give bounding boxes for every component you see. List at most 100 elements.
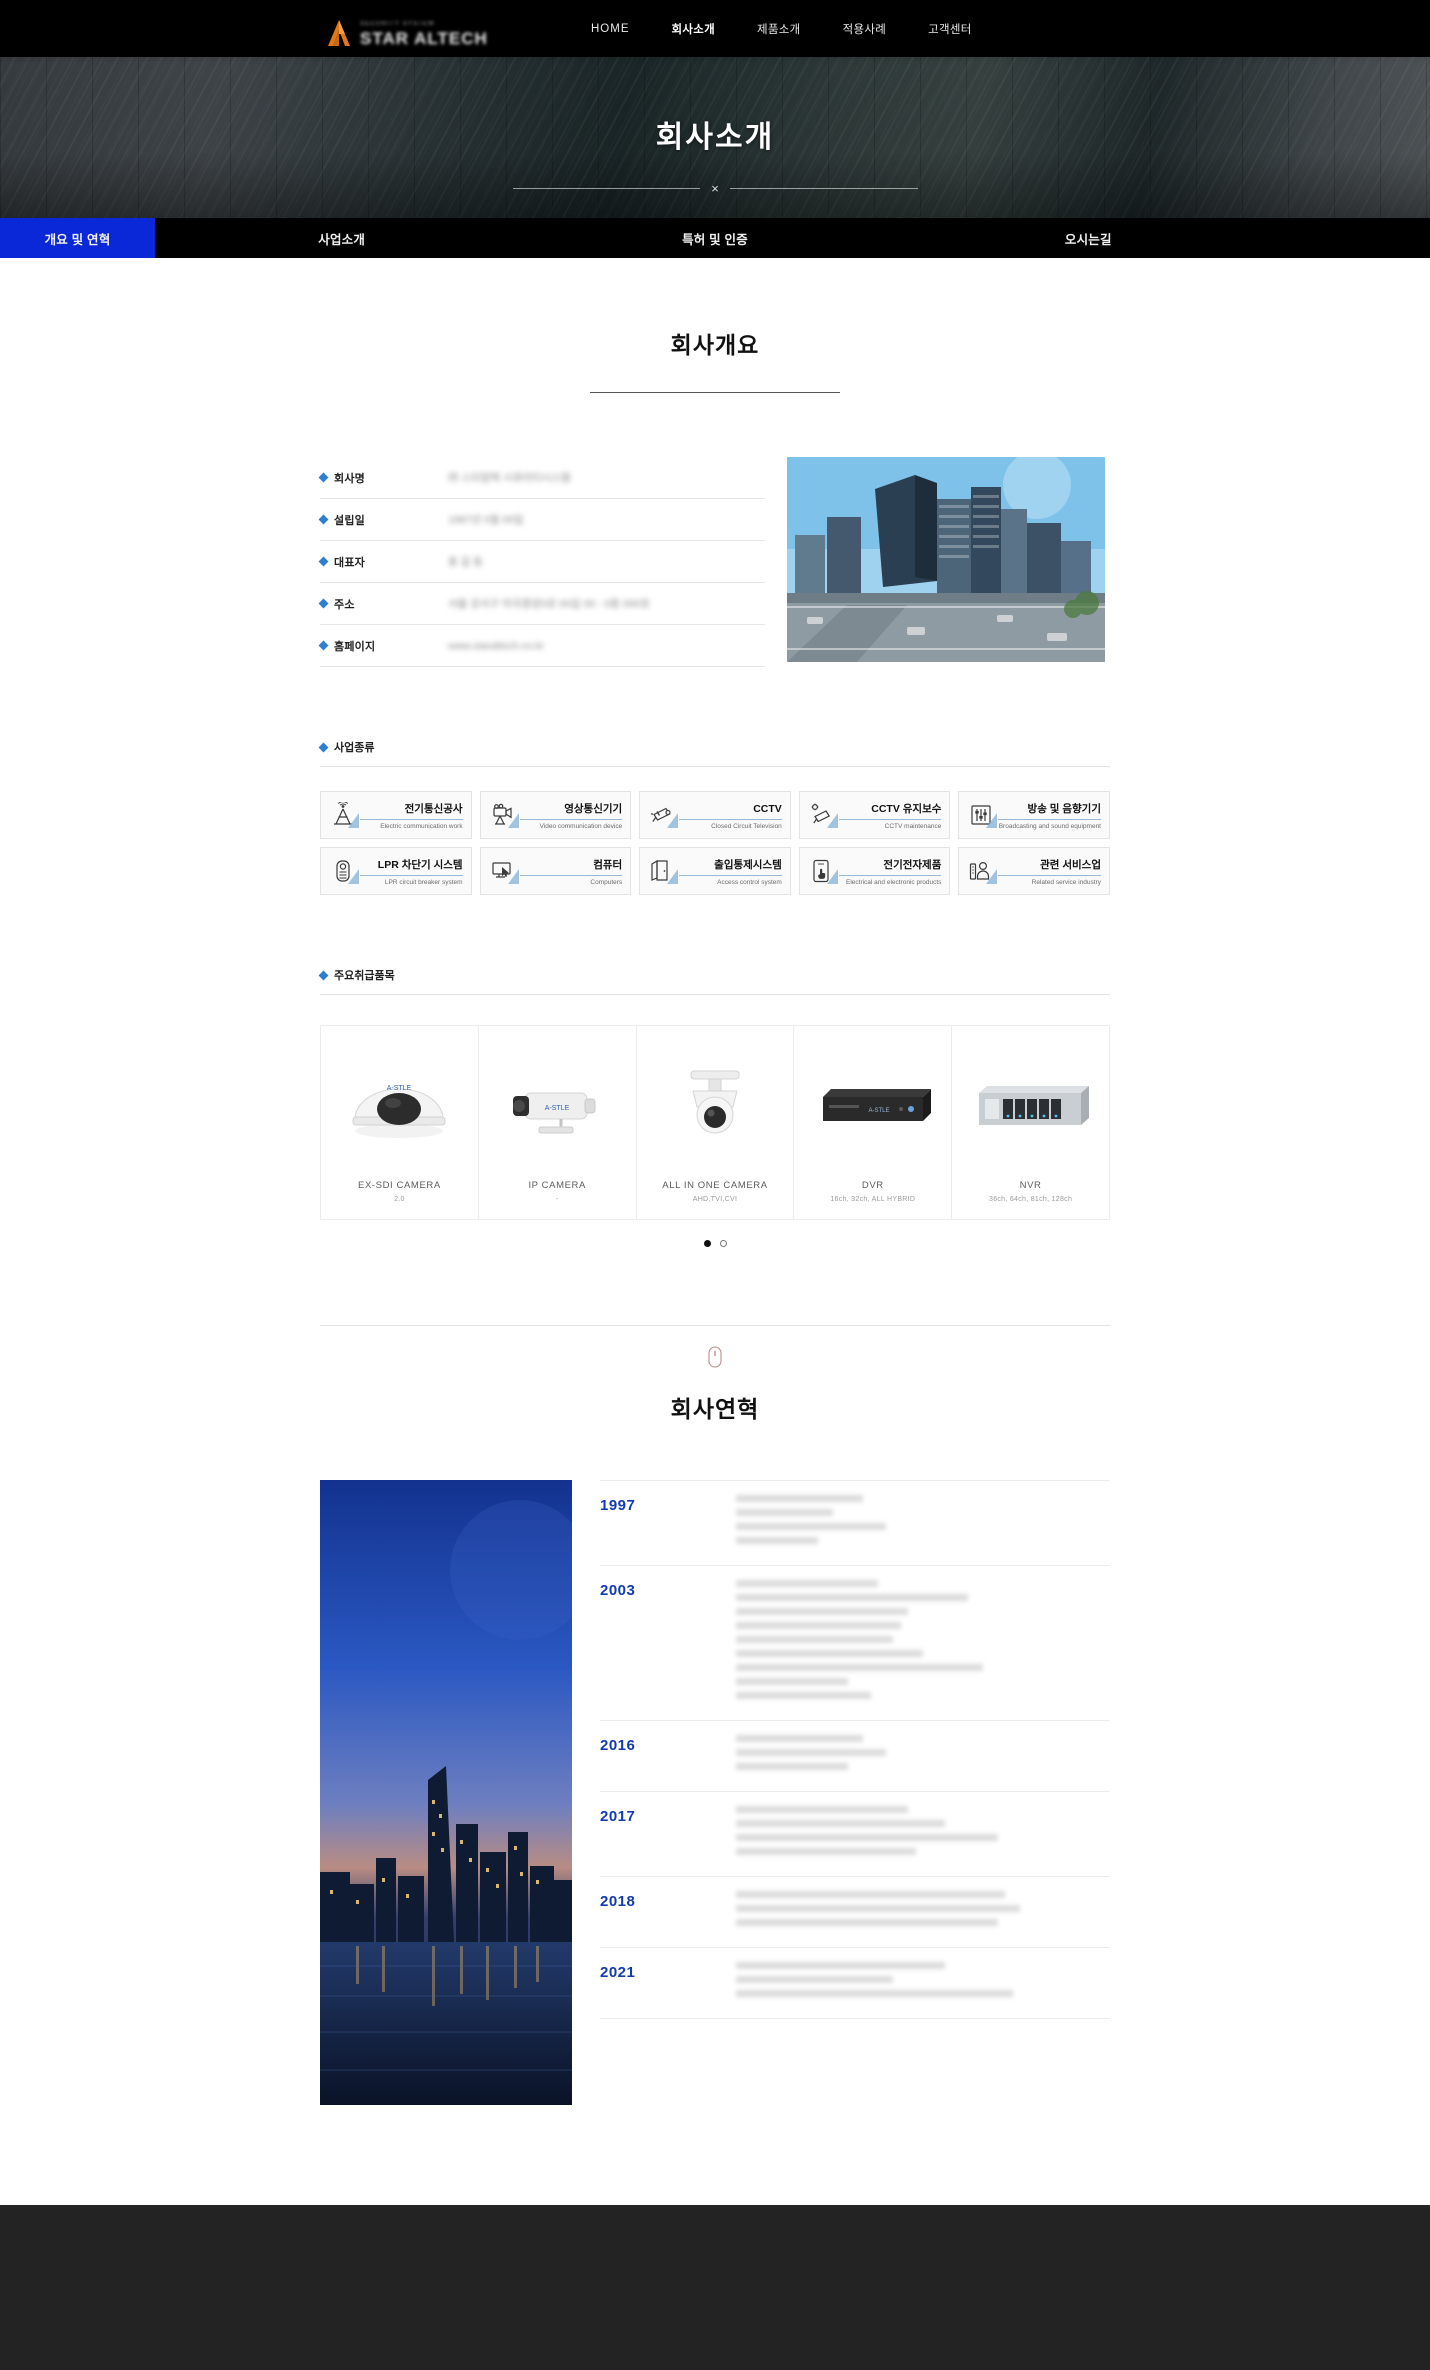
nav-item-cases[interactable]: 적용사례 — [822, 21, 908, 37]
product-name: EX-SDI CAMERA — [358, 1180, 441, 1191]
business-label-en: LPR circuit breaker system — [360, 874, 463, 888]
business-card-lpr-barrier[interactable]: LPR 차단기 시스템 LPR circuit breaker system — [320, 847, 472, 895]
business-card-cctv-maintenance[interactable]: CCTV 유지보수 CCTV maintenance — [798, 791, 951, 839]
business-label-en: Electric communication work — [360, 818, 463, 832]
list-item[interactable]: A-STLE EX-SDI CAMERA 2.0 — [320, 1025, 478, 1220]
table-row: 1997 — [600, 1480, 1110, 1566]
product-sub: 16ch, 32ch, ALL HYBRID — [830, 1196, 916, 1203]
list-item[interactable]: A-STLE DVR 16ch, 32ch, ALL HYBRID — [793, 1025, 952, 1220]
diamond-bullet-icon — [318, 472, 329, 483]
diamond-bullet-icon — [318, 598, 329, 609]
logo-name: STAR ALTECH — [360, 29, 488, 48]
overview-heading: 회사개요 — [670, 332, 760, 358]
site-logo[interactable]: SECURITY SYSTEM STAR ALTECH — [322, 6, 488, 50]
product-sub: 2.0 — [394, 1196, 405, 1203]
info-value-founded: 1997년 0월 00일 — [448, 514, 524, 526]
table-row: 홈페이지 www.staraltech.co.kr — [318, 625, 765, 667]
table-row: 회사명 ㈜ 스타알텍 시큐리티시스템 — [318, 457, 765, 499]
info-value-address: 서울 강서구 마곡중앙0로 00길 00 - 0층 000호 — [448, 598, 651, 610]
business-card-text: 출입통제시스템 Access control system — [679, 855, 784, 888]
business-label-en: Access control system — [679, 874, 782, 888]
carousel-dots — [320, 1240, 1110, 1247]
business-card-computers[interactable]: 컴퓨터 Computers — [479, 847, 632, 895]
business-heading-rule — [320, 766, 1110, 767]
city-night-skyline-photo — [320, 1480, 572, 2105]
ptz-camera-icon — [645, 1048, 786, 1166]
history-timeline: 1997 2003 2016 2017 2018 2021 — [572, 1480, 1110, 2105]
history-year-2016: 2016 — [600, 1737, 636, 1754]
business-card-cctv[interactable]: CCTV Closed Circuit Television — [639, 791, 791, 839]
nav-item-support[interactable]: 고객센터 — [907, 21, 993, 37]
tab-business-intro[interactable]: 사업소개 — [155, 218, 528, 258]
hero-divider: × — [512, 182, 918, 195]
business-label-en: Video communication device — [519, 818, 623, 832]
products-heading-rule — [320, 994, 1110, 995]
history-top-divider — [320, 1325, 1110, 1326]
business-card-text: 관련 서비스업 Related service industry — [998, 855, 1103, 888]
history-container: 1997 2003 2016 2017 2018 2021 — [320, 1480, 1110, 2105]
carousel-dot-2[interactable] — [719, 1240, 727, 1247]
business-card-related-service[interactable]: 관련 서비스업 Related service industry — [958, 847, 1110, 895]
history-year-2017: 2017 — [600, 1808, 636, 1825]
main-content: 회사개요 회사명 ㈜ 스타알텍 시큐리티시스템 설립일 1997년 0월 00일… — [0, 258, 1430, 2145]
tab-overview-history[interactable]: 개요 및 연혁 — [0, 218, 155, 258]
history-year-2018: 2018 — [600, 1893, 636, 1910]
overview-container: 회사개요 회사명 ㈜ 스타알텍 시큐리티시스템 설립일 1997년 0월 00일… — [318, 258, 1110, 1247]
page-title: 회사소개 — [655, 121, 775, 154]
overview-heading-wrap: 회사개요 — [320, 258, 1110, 393]
business-card-video-communication[interactable]: 영상통신기기 Video communication device — [479, 791, 632, 839]
product-name: NVR — [1019, 1180, 1042, 1191]
info-label-text: 대표자 — [334, 556, 365, 569]
svg-text:A-STLE: A-STLE — [387, 1085, 412, 1092]
business-label-ko: CCTV — [753, 802, 782, 815]
history-block: 1997 2003 2016 2017 2018 2021 — [320, 1480, 1110, 2105]
logo-tagline: SECURITY SYSTEM — [360, 21, 435, 27]
product-carousel: A-STLE EX-SDI CAMERA 2.0 A-STLE IP CAMER… — [320, 1025, 1110, 1220]
product-sub: AHD,TVI,CVI — [692, 1196, 738, 1203]
business-label-ko: 컴퓨터 — [593, 858, 623, 871]
door-access-icon — [645, 854, 679, 888]
table-row: 설립일 1997년 0월 00일 — [318, 499, 765, 541]
overview-heading-underline — [590, 392, 840, 393]
business-card-electrical-products[interactable]: 전기전자제품 Electrical and electronic product… — [798, 847, 951, 895]
business-card-electric-communication[interactable]: 전기통신공사 Electric communication work — [320, 791, 472, 839]
info-label-homepage: 홈페이지 — [318, 638, 396, 654]
business-label-ko: LPR 차단기 시스템 — [377, 858, 463, 871]
list-item[interactable]: ALL IN ONE CAMERA AHD,TVI,CVI — [635, 1025, 794, 1220]
list-item[interactable]: NVR 36ch, 64ch, 81ch, 128ch — [951, 1025, 1109, 1220]
history-detail-1997 — [718, 1495, 1110, 1551]
page-root: 회사소개 × SECURITY SYSTEM STAR ALTECH HOME … — [0, 0, 1430, 2370]
carousel-dot-1[interactable] — [703, 1240, 711, 1247]
tab-patents-certs[interactable]: 특허 및 인증 — [528, 218, 901, 258]
divider-line-left — [512, 188, 701, 189]
info-label-text: 홈페이지 — [334, 640, 376, 653]
triangle-a-logo-icon — [322, 16, 356, 50]
mouse-scroll-icon — [0, 1346, 1430, 1368]
site-header: SECURITY SYSTEM STAR ALTECH HOME 회사소개 제품… — [0, 0, 1430, 57]
history-year-2021: 2021 — [600, 1964, 636, 1981]
nav-item-products[interactable]: 제품소개 — [736, 21, 822, 37]
business-label-en: Computers — [519, 874, 623, 888]
business-label-en: CCTV maintenance — [838, 818, 942, 832]
business-card-broadcasting-sound[interactable]: 방송 및 음향기기 Broadcasting and sound equipme… — [958, 791, 1110, 839]
business-label-ko: 전기전자제품 — [883, 858, 942, 871]
table-row: 2017 — [600, 1792, 1110, 1877]
business-heading-wrap: 사업종류 — [318, 739, 1110, 755]
office-building-photo — [787, 457, 1105, 662]
info-value-homepage: www.staraltech.co.kr — [448, 639, 545, 652]
svg-text:A-STLE: A-STLE — [545, 1105, 570, 1112]
nav-item-company[interactable]: 회사소개 — [651, 21, 737, 37]
dome-camera-icon: A-STLE — [329, 1048, 470, 1166]
business-heading: 사업종류 — [334, 742, 375, 754]
tab-directions[interactable]: 오시는길 — [902, 218, 1275, 258]
product-sub: - — [555, 1196, 559, 1203]
business-card-text: 방송 및 음향기기 Broadcasting and sound equipme… — [998, 799, 1103, 832]
info-label-address: 주소 — [318, 596, 396, 612]
list-item[interactable]: A-STLE IP CAMERA - — [477, 1025, 636, 1220]
table-row: 2021 — [600, 1948, 1110, 2019]
business-label-ko: 영상통신기기 — [564, 802, 623, 815]
products-heading-wrap: 주요취급품목 — [318, 967, 1110, 983]
nav-item-home[interactable]: HOME — [570, 23, 651, 35]
business-card-access-control[interactable]: 출입통제시스템 Access control system — [639, 847, 791, 895]
diamond-bullet-icon — [318, 640, 329, 651]
